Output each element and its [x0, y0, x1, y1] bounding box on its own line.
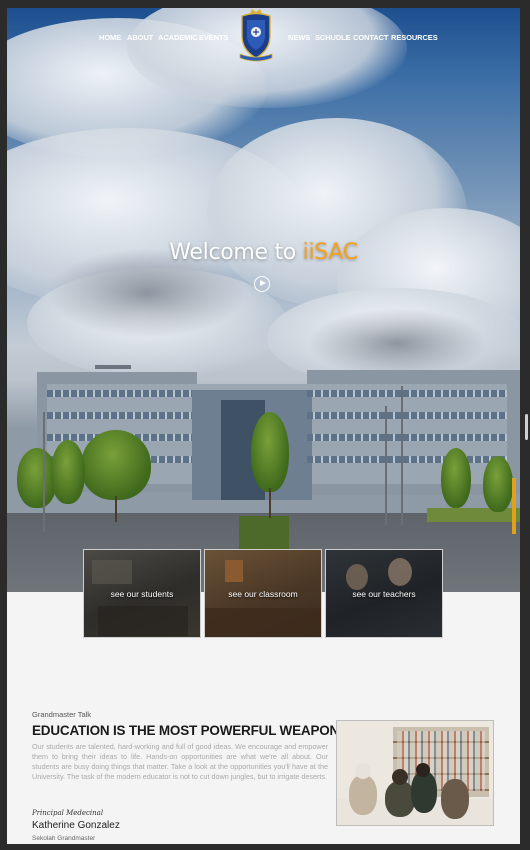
- tree: [251, 412, 289, 492]
- tree-trunk: [269, 488, 271, 518]
- lamp-pole: [43, 412, 45, 532]
- lamp-pole: [401, 386, 403, 526]
- feature-cards: see our students see our classroom see o…: [83, 549, 443, 639]
- page: HOME ABOUT ACADEMIC EVENTS NEWS SCHUDLE …: [7, 8, 520, 844]
- nav-resources[interactable]: RESOURCES: [391, 33, 438, 42]
- nav-home[interactable]: HOME: [99, 33, 121, 42]
- welcome-heading: Welcome to iiSAC: [7, 240, 520, 265]
- play-video-icon[interactable]: [254, 276, 270, 292]
- card-teachers-label: see our teachers: [352, 589, 416, 599]
- welcome-accent: iiSAC: [302, 240, 358, 265]
- nav-about[interactable]: ABOUT: [127, 33, 153, 42]
- tree: [81, 430, 151, 500]
- author-name: Katherine Gonzalez: [32, 820, 120, 831]
- study-group-photo: [336, 720, 494, 826]
- nav-academic[interactable]: ACADEMIC: [158, 33, 198, 42]
- orange-post: [512, 478, 516, 534]
- signature: Principal Medecinal: [32, 809, 104, 817]
- tree: [441, 448, 471, 508]
- card-students-label: see our students: [110, 589, 174, 599]
- tree-trunk: [115, 496, 117, 522]
- welcome-prefix: Welcome to: [169, 240, 303, 265]
- nav-news[interactable]: NEWS: [288, 33, 310, 42]
- hero-section: HOME ABOUT ACADEMIC EVENTS NEWS SCHUDLE …: [7, 8, 520, 592]
- nav-events[interactable]: EVENTS: [199, 33, 229, 42]
- section-body: Our students are talented, hard-working …: [32, 742, 328, 781]
- lamp-pole: [385, 406, 387, 526]
- tree: [51, 440, 85, 504]
- section-eyebrow: Grandmaster Talk: [32, 710, 92, 719]
- author-role: Sekolah Grandmaster: [32, 835, 96, 842]
- grass-strip: [239, 516, 289, 552]
- card-teachers[interactable]: see our teachers: [325, 549, 443, 638]
- card-students[interactable]: see our students: [83, 549, 201, 638]
- section-headline: EDUCATION IS THE MOST POWERFUL WEAPON: [32, 723, 340, 738]
- school-crest-logo[interactable]: [238, 8, 274, 66]
- grass-right: [427, 508, 520, 522]
- card-classroom[interactable]: see our classroom: [204, 549, 322, 638]
- nav-schedule[interactable]: SCHUDLE: [315, 33, 351, 42]
- card-classroom-label: see our classroom: [228, 589, 298, 599]
- nav-contact[interactable]: CONTACT: [353, 33, 389, 42]
- scrollbar-thumb[interactable]: [525, 414, 528, 440]
- tree: [483, 456, 513, 512]
